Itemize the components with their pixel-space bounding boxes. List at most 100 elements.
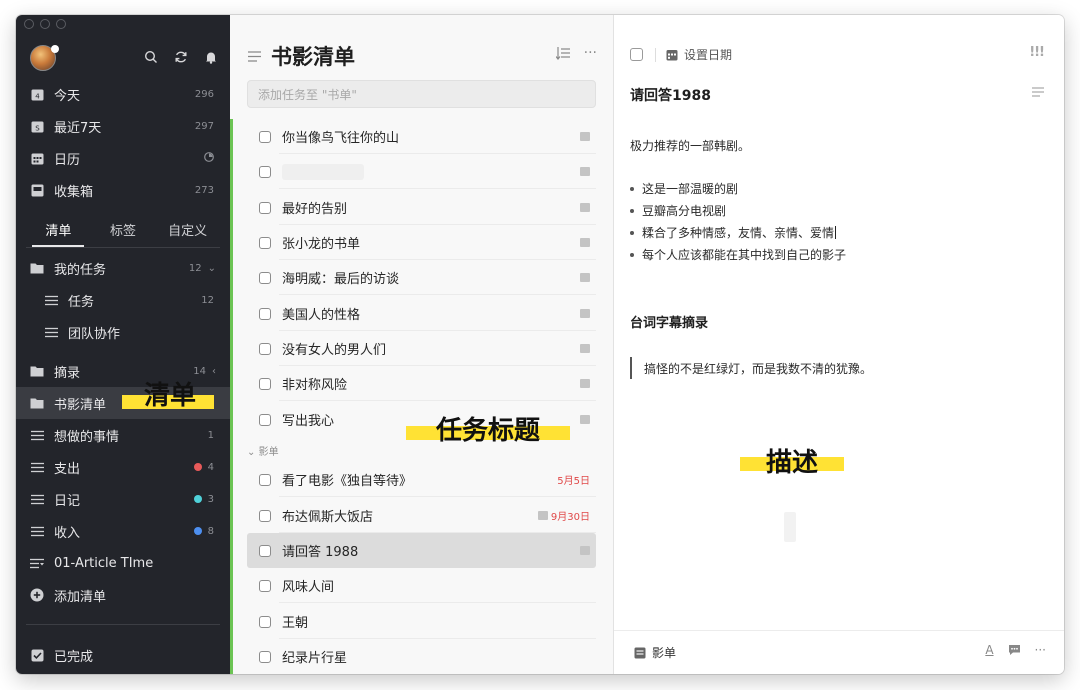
complete-checkbox[interactable] bbox=[630, 48, 643, 61]
task-row[interactable]: 看了电影《独自等待》 5月5日 bbox=[247, 462, 596, 497]
task-checkbox[interactable] bbox=[259, 473, 271, 486]
menu-icon[interactable] bbox=[248, 50, 261, 62]
sidebar-item-label: 团队协作 bbox=[68, 326, 121, 342]
task-title: 王朝 bbox=[282, 616, 309, 631]
task-checkbox[interactable] bbox=[259, 342, 271, 355]
set-date-button[interactable]: 设置日期 bbox=[684, 46, 732, 63]
task-checkbox[interactable] bbox=[259, 413, 271, 426]
task-row[interactable]: 风味人间 bbox=[247, 568, 596, 603]
task-row[interactable] bbox=[247, 154, 596, 189]
chevron-left-icon[interactable]: ‹ bbox=[212, 366, 216, 377]
chevron-down-icon[interactable]: ⌄ bbox=[208, 263, 216, 274]
task-row[interactable]: 海明威：最后的访谈 bbox=[247, 260, 596, 295]
task-checkbox[interactable] bbox=[259, 509, 271, 522]
bullet-item[interactable]: 糅合了多种情感，友情、亲情、爱情 bbox=[630, 224, 837, 241]
svg-text:S: S bbox=[35, 124, 40, 132]
task-row[interactable]: 你当像鸟飞往你的山 bbox=[247, 119, 596, 154]
task-row[interactable]: 最好的告别 bbox=[247, 190, 596, 225]
note-icon bbox=[580, 546, 590, 555]
tab-lists[interactable]: 清单 bbox=[26, 216, 91, 247]
sidebar-item-label: 添加清单 bbox=[54, 589, 107, 605]
calendar-icon bbox=[30, 151, 44, 165]
more-options-icon[interactable]: ··· bbox=[1035, 643, 1046, 657]
bell-icon[interactable] bbox=[204, 50, 218, 64]
task-row[interactable]: 纪录片行星 bbox=[247, 639, 596, 674]
task-title: 你当像鸟飞往你的山 bbox=[282, 131, 400, 146]
due-date: 9月30日 bbox=[550, 512, 590, 523]
task-checkbox[interactable] bbox=[259, 650, 271, 663]
sidebar-item-wishlist[interactable]: 想做的事情 1 bbox=[16, 419, 230, 451]
list-icon bbox=[30, 492, 44, 506]
text-cursor bbox=[835, 226, 837, 239]
sidebar-item-next-7-days[interactable]: S 最近7天 297 bbox=[16, 110, 230, 142]
sidebar-item-income[interactable]: 收入 8 bbox=[16, 515, 230, 547]
list-icon bbox=[30, 524, 44, 538]
task-row[interactable]: 没有女人的男人们 bbox=[247, 331, 596, 366]
task-row[interactable]: 布达佩斯大饭店 9月30日 bbox=[247, 498, 596, 533]
sidebar-item-completed[interactable]: 已完成 bbox=[16, 639, 230, 671]
blockquote[interactable]: 搞怪的不是红绿灯，而是我数不清的犹豫。 bbox=[630, 357, 872, 379]
task-checkbox[interactable] bbox=[259, 271, 271, 284]
task-checkbox[interactable] bbox=[259, 307, 271, 320]
sidebar-item-label: 摘录 bbox=[54, 365, 81, 381]
sidebar-item-today[interactable]: 4 今天 296 bbox=[16, 78, 230, 110]
sidebar-item-article-time[interactable]: 01-Article TIme bbox=[16, 547, 230, 579]
list-title: 书影清单 bbox=[271, 45, 355, 69]
more-options-icon[interactable]: ··· bbox=[584, 45, 597, 61]
add-task-input[interactable]: 添加任务至 "书单" bbox=[247, 80, 596, 108]
task-checkbox[interactable] bbox=[259, 544, 271, 557]
drag-placeholder bbox=[784, 512, 796, 542]
task-checkbox[interactable] bbox=[259, 377, 271, 390]
bullet-item[interactable]: 豆瓣高分电视剧 bbox=[630, 202, 726, 219]
sidebar-item-count: 14 ‹ bbox=[193, 365, 216, 377]
priority-button[interactable]: !!! bbox=[1029, 45, 1045, 60]
sync-icon[interactable] bbox=[174, 50, 188, 64]
task-row[interactable]: 王朝 bbox=[247, 604, 596, 639]
sidebar-toolbar bbox=[144, 50, 218, 64]
task-row[interactable]: 张小龙的书单 bbox=[247, 225, 596, 260]
task-row[interactable]: 非对称风险 bbox=[247, 366, 596, 401]
tab-tags[interactable]: 标签 bbox=[91, 216, 156, 243]
note-icon bbox=[580, 238, 590, 247]
task-detail-panel: 设置日期 !!! 请回答1988 极力推荐的一部韩剧。 这是一部温暖的剧 豆瓣高… bbox=[614, 15, 1064, 674]
description-text[interactable]: 极力推荐的一部韩剧。 bbox=[630, 137, 750, 154]
annotation-label-list: 清单 bbox=[143, 381, 196, 411]
content-menu-icon[interactable] bbox=[1032, 87, 1044, 97]
sidebar-item-expense[interactable]: 支出 4 bbox=[16, 451, 230, 483]
search-icon[interactable] bbox=[144, 50, 158, 64]
sidebar-folder-my-tasks[interactable]: 我的任务 12 ⌄ bbox=[16, 252, 230, 284]
sidebar-item-count: 273 bbox=[194, 184, 214, 196]
task-detail-title[interactable]: 请回答1988 bbox=[630, 85, 711, 105]
task-checkbox[interactable] bbox=[259, 165, 271, 178]
sidebar-item-diary[interactable]: 日记 3 bbox=[16, 483, 230, 515]
task-checkbox[interactable] bbox=[259, 130, 271, 143]
add-list-button[interactable]: 添加清单 bbox=[16, 579, 230, 611]
sidebar-item-count: 296 bbox=[194, 88, 214, 100]
task-checkbox[interactable] bbox=[259, 236, 271, 249]
description-heading[interactable]: 台词字幕摘录 bbox=[630, 312, 708, 331]
task-checkbox[interactable] bbox=[259, 615, 271, 628]
pie-clock-icon bbox=[204, 151, 214, 165]
bullet-item[interactable]: 这是一部温暖的剧 bbox=[630, 180, 738, 197]
sidebar-item-label: 日历 bbox=[54, 152, 81, 168]
task-checkbox[interactable] bbox=[259, 201, 271, 214]
close-window-button[interactable] bbox=[24, 19, 34, 29]
task-row[interactable]: 美国人的性格 bbox=[247, 296, 596, 331]
list-header: 书影清单 bbox=[248, 41, 355, 71]
tab-custom[interactable]: 自定义 bbox=[155, 216, 220, 243]
detail-footer-list[interactable]: 影单 bbox=[634, 644, 676, 661]
sidebar-item-inbox[interactable]: 收集箱 273 bbox=[16, 174, 230, 206]
minimize-window-button[interactable] bbox=[40, 19, 50, 29]
bullet-item[interactable]: 每个人应该都能在其中找到自己的影子 bbox=[630, 246, 846, 263]
task-row-selected[interactable]: 请回答 1988 bbox=[247, 533, 596, 568]
text-format-icon[interactable]: A bbox=[985, 643, 993, 657]
sort-icon[interactable] bbox=[555, 46, 570, 60]
sidebar-item-tasks[interactable]: 任务 12 bbox=[16, 284, 230, 316]
comment-icon[interactable] bbox=[1008, 644, 1021, 656]
sidebar-item-calendar[interactable]: 日历 bbox=[16, 142, 230, 174]
app-window: 4 今天 296 S 最近7天 297 日历 收集箱 273 清单 标签 自定义 bbox=[16, 15, 1064, 674]
task-checkbox[interactable] bbox=[259, 579, 271, 592]
zoom-window-button[interactable] bbox=[56, 19, 66, 29]
sidebar-item-team-collab[interactable]: 团队协作 bbox=[16, 316, 230, 348]
section-header[interactable]: ⌄ 影单 bbox=[247, 443, 279, 458]
